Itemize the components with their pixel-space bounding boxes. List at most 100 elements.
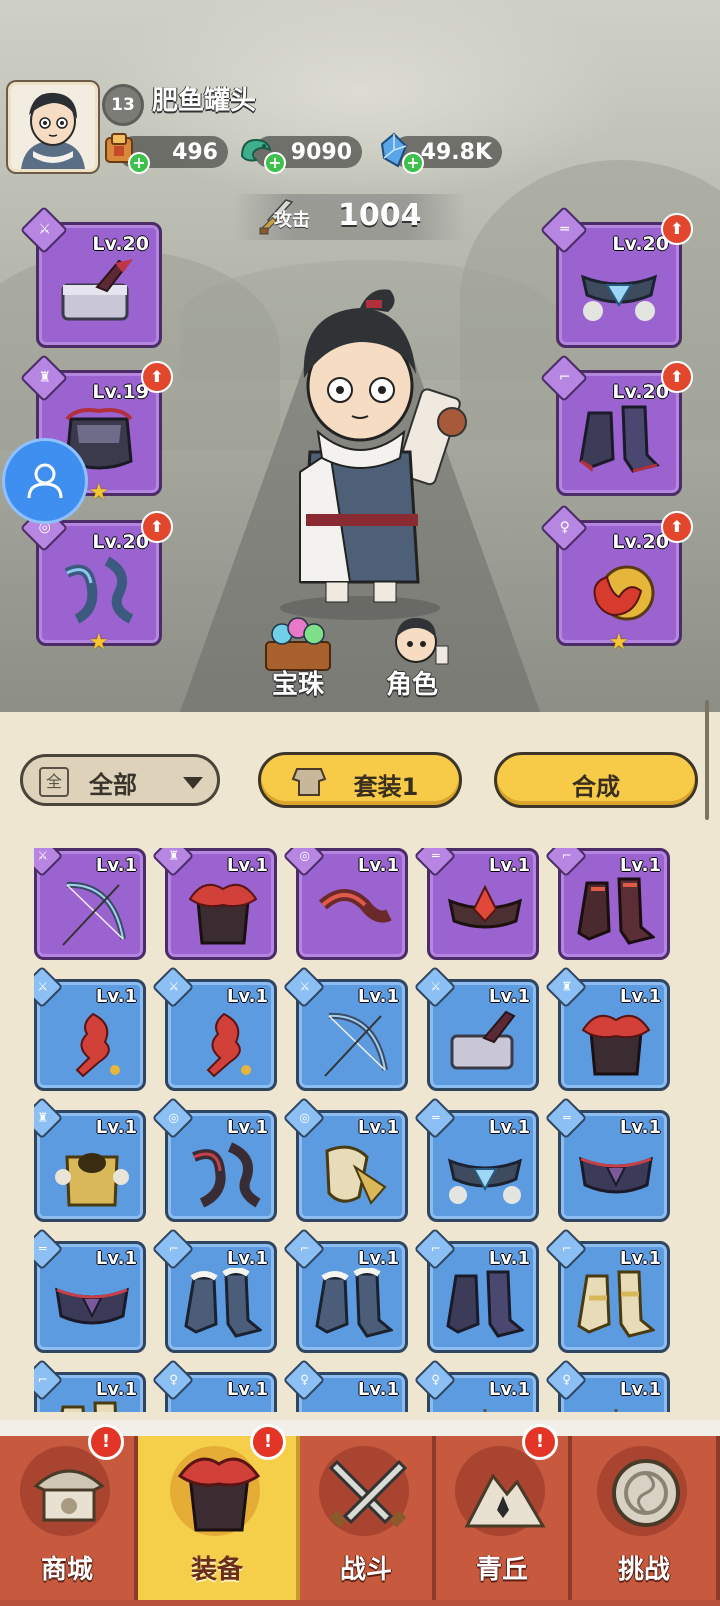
- equipped-accessory[interactable]: ♀ Lv.20 ⬆ ★: [539, 503, 693, 655]
- item-level: Lv.1: [95, 986, 137, 1007]
- item-level: Lv.1: [357, 986, 399, 1007]
- nav-tab-challenge[interactable]: 挑战: [572, 1436, 720, 1600]
- item-level: Lv.1: [488, 855, 530, 876]
- resource-scrolls[interactable]: + 496: [105, 133, 228, 174]
- upgrade-arrow-icon: ⬆: [661, 511, 693, 543]
- nav-tab-label: 战斗: [339, 1555, 392, 1585]
- item-level: Lv.1: [488, 1248, 530, 1269]
- inventory-item[interactable]: ⚔ Lv.1: [413, 965, 539, 1091]
- filter-label: 全部: [89, 771, 137, 799]
- inventory-item[interactable]: ⚔ Lv.1: [34, 965, 146, 1091]
- bow-icon: [62, 881, 126, 946]
- equip-level: Lv.20: [612, 233, 669, 255]
- resource-value: 9090: [290, 139, 352, 165]
- inventory-item[interactable]: ♜ Lv.1: [544, 965, 670, 1091]
- slot-accessory-icon: ♀: [151, 1358, 195, 1402]
- equipped-bracer[interactable]: ◎ Lv.20 ⬆ ★: [19, 503, 173, 655]
- slot-helmet-icon: ♜: [34, 1096, 64, 1140]
- resource-crystal[interactable]: + 49.8K: [380, 132, 502, 174]
- star-icon: ★: [89, 630, 109, 655]
- inventory-item[interactable]: ♀ Lv.1: [544, 1358, 670, 1412]
- set-button[interactable]: 套装1: [258, 752, 462, 808]
- inventory-item[interactable]: ♀ Lv.1: [282, 1358, 408, 1412]
- inventory-grid: ⚔ Lv.1 ♜ Lv.1 ◎ Lv.1 ═ Lv.1 ⌐ Lv.1 ⚔ Lv.1 ⚔ Lv.1 ⚔ Lv.1…: [34, 848, 694, 1412]
- inventory-item[interactable]: ⚔ Lv.1: [151, 965, 277, 1091]
- nav-tab-mountain[interactable]: 青丘!: [436, 1424, 572, 1600]
- inventory-item[interactable]: ⌐ Lv.1: [34, 1358, 146, 1412]
- character-button[interactable]: 角色: [372, 610, 462, 700]
- slot-accessory-icon: ♀: [282, 1358, 326, 1402]
- inventory-item[interactable]: ♜ Lv.1: [151, 848, 277, 960]
- add-scrolls-icon[interactable]: +: [128, 152, 150, 174]
- star-icon: ★: [609, 630, 629, 655]
- inventory-item[interactable]: ♜ Lv.1: [34, 1096, 146, 1222]
- nav-tab-equipment[interactable]: 装备!: [138, 1424, 300, 1600]
- add-jade-icon[interactable]: +: [264, 152, 286, 174]
- inventory-item[interactable]: ═ Lv.1: [413, 1096, 539, 1222]
- inventory-item[interactable]: ═ Lv.1: [544, 1096, 670, 1222]
- orb-chest-icon: [265, 617, 331, 671]
- filter-dropdown[interactable]: 全 全部: [20, 754, 220, 806]
- star-icon: ★: [89, 480, 109, 505]
- equip-level: Lv.19: [92, 381, 149, 403]
- slot-boots-icon: ⌐: [34, 1358, 64, 1402]
- orbs-button[interactable]: 宝珠: [252, 612, 342, 700]
- gold-boots-icon: [577, 1270, 655, 1338]
- inventory-item[interactable]: ⚔ Lv.1: [34, 848, 146, 960]
- inventory-item[interactable]: ◎ Lv.1: [282, 848, 408, 960]
- red-mask-helmet-icon: [581, 1014, 651, 1076]
- inventory-item[interactable]: ♀ Lv.1: [413, 1358, 539, 1412]
- mountain-icon: [464, 1473, 546, 1528]
- profile-float-button[interactable]: [2, 438, 88, 524]
- nav-tab-battle[interactable]: 战斗: [300, 1436, 436, 1600]
- equipped-weapon[interactable]: ⚔ Lv.20: [19, 205, 162, 348]
- inventory-item[interactable]: ◎ Lv.1: [282, 1096, 408, 1222]
- player-avatar[interactable]: [8, 82, 98, 172]
- slot-accessory-icon: ♀: [544, 1358, 588, 1402]
- nav-tab-shop[interactable]: 商城!: [0, 1424, 138, 1600]
- gold-bracer-icon: [325, 1145, 387, 1205]
- frost-boots-icon: [184, 1268, 262, 1338]
- red-mask-helmet-icon: [188, 883, 258, 945]
- blue-charm-icon: [315, 1399, 393, 1412]
- inventory-item[interactable]: ⌐ Lv.1: [413, 1227, 539, 1353]
- orb-pendant-icon: [614, 1409, 618, 1412]
- slot-boots-icon: ⌐: [413, 1227, 457, 1271]
- item-level: Lv.1: [357, 1379, 399, 1400]
- inventory-item[interactable]: ◎ Lv.1: [151, 1096, 277, 1222]
- inventory-item[interactable]: ⌐ Lv.1: [544, 848, 670, 960]
- resource-jade[interactable]: + 9090: [240, 136, 362, 174]
- inventory-item[interactable]: ═ Lv.1: [34, 1227, 146, 1353]
- slot-weapon-icon: ⚔: [151, 965, 195, 1009]
- hammer-icon: [61, 259, 133, 321]
- inventory-item[interactable]: ⌐ Lv.1: [282, 1227, 408, 1353]
- item-level: Lv.1: [95, 855, 137, 876]
- equipped-boots[interactable]: ⌐ Lv.20 ⬆: [539, 353, 693, 496]
- inventory-item[interactable]: ⚔ Lv.1: [282, 965, 408, 1091]
- hero-character: [280, 289, 467, 620]
- inventory-item[interactable]: ♀ Lv.1: [151, 1358, 277, 1412]
- inventory-item[interactable]: ═ Lv.1: [413, 848, 539, 960]
- dark-belt-icon: [579, 1156, 653, 1194]
- bow-icon: [324, 1012, 388, 1077]
- equipped-belt[interactable]: ═ Lv.20 ⬆: [539, 205, 693, 348]
- add-crystal-icon[interactable]: +: [402, 152, 424, 174]
- battle-icon: [328, 1459, 408, 1528]
- item-level: Lv.1: [619, 986, 661, 1007]
- resource-value: 49.8K: [420, 139, 492, 165]
- inventory-item[interactable]: ⌐ Lv.1: [544, 1227, 670, 1353]
- item-level: Lv.1: [226, 986, 268, 1007]
- item-level: Lv.1: [488, 1379, 530, 1400]
- player-name: 肥鱼罐头: [152, 86, 257, 116]
- scrollbar[interactable]: [705, 700, 709, 820]
- inventory-item[interactable]: ⌐ Lv.1: [151, 1227, 277, 1353]
- character-portrait-icon: [395, 618, 449, 665]
- equip-level: Lv.20: [612, 381, 669, 403]
- shop-icon: [33, 1469, 105, 1522]
- alert-badge-icon: !: [250, 1424, 286, 1460]
- craft-button[interactable]: 合成: [494, 752, 698, 808]
- slot-boots-icon: ⌐: [151, 1227, 195, 1271]
- nav-tab-label: 商城: [40, 1555, 93, 1585]
- slot-bracer-icon: ◎: [151, 1096, 195, 1140]
- item-level: Lv.1: [488, 986, 530, 1007]
